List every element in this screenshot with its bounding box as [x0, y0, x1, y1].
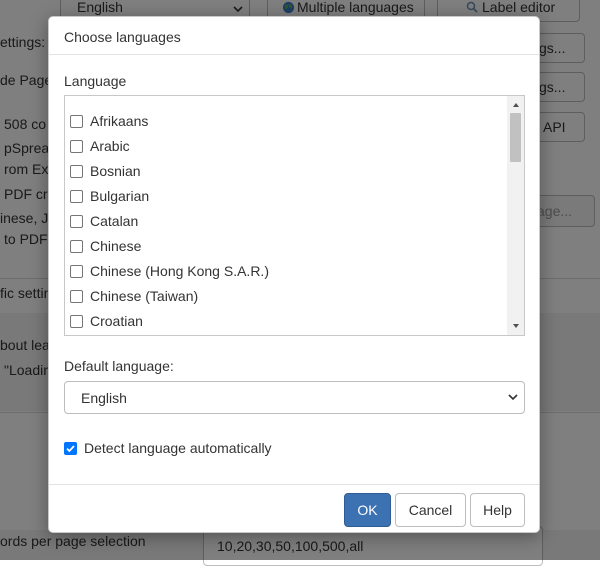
dialog-footer-divider [49, 484, 539, 485]
checkbox[interactable] [70, 214, 83, 228]
language-label: Language [64, 73, 127, 89]
checkbox[interactable] [70, 239, 83, 253]
default-language-label: Default language: [64, 358, 174, 374]
list-item[interactable]: Bulgarian [70, 186, 149, 206]
list-item[interactable]: Bosnian [70, 161, 141, 181]
cancel-button[interactable]: Cancel [395, 493, 466, 527]
triangle-up-icon [512, 103, 519, 107]
help-button[interactable]: Help [470, 493, 525, 527]
language-name: Catalan [90, 213, 139, 229]
checkbox[interactable] [70, 139, 83, 153]
language-name: Chinese (Hong Kong S.A.R.) [90, 263, 269, 279]
language-list[interactable]: Afrikaans Arabic Bosnian Bulgarian Catal… [64, 95, 525, 336]
list-item[interactable]: Chinese (Taiwan) [70, 286, 198, 306]
triangle-down-icon [512, 324, 519, 328]
detect-language-label: Detect language automatically [84, 440, 272, 456]
language-name: Croatian [90, 313, 143, 329]
detect-language-checkbox[interactable] [64, 441, 77, 455]
language-name: Afrikaans [90, 113, 149, 129]
list-item[interactable]: Chinese [70, 236, 141, 256]
checkbox[interactable] [70, 189, 83, 203]
list-item[interactable]: Croatian [70, 311, 143, 331]
detect-language-option[interactable]: Detect language automatically [64, 440, 272, 456]
checkbox[interactable] [70, 314, 83, 328]
list-scrollbar[interactable] [507, 96, 524, 335]
dialog-header: Choose languages [49, 17, 539, 55]
language-name: Arabic [90, 138, 130, 154]
list-item[interactable]: Chinese (Hong Kong S.A.R.) [70, 261, 269, 281]
default-language-select[interactable]: English [64, 381, 525, 414]
checkbox[interactable] [70, 289, 83, 303]
language-name: Chinese (Taiwan) [90, 288, 199, 304]
list-item[interactable]: Afrikaans [70, 111, 148, 131]
language-name: Bosnian [90, 163, 141, 179]
list-item[interactable]: Arabic [70, 136, 130, 156]
scroll-thumb[interactable] [510, 113, 521, 162]
choose-languages-dialog: Choose languages Language Afrikaans Arab… [48, 16, 540, 533]
default-language-value: English [81, 389, 127, 406]
scroll-up-arrow[interactable] [507, 98, 524, 112]
language-name: Bulgarian [90, 188, 150, 204]
scroll-down-arrow[interactable] [507, 319, 524, 333]
checkmark-icon [66, 444, 75, 452]
dialog-title: Choose languages [64, 29, 181, 45]
checkbox[interactable] [70, 164, 83, 178]
language-name: Chinese [90, 238, 142, 254]
chevron-down-icon [508, 394, 518, 401]
list-item[interactable]: Catalan [70, 211, 138, 231]
checkbox[interactable] [70, 264, 83, 278]
checkbox[interactable] [70, 114, 83, 128]
ok-button[interactable]: OK [344, 493, 391, 527]
